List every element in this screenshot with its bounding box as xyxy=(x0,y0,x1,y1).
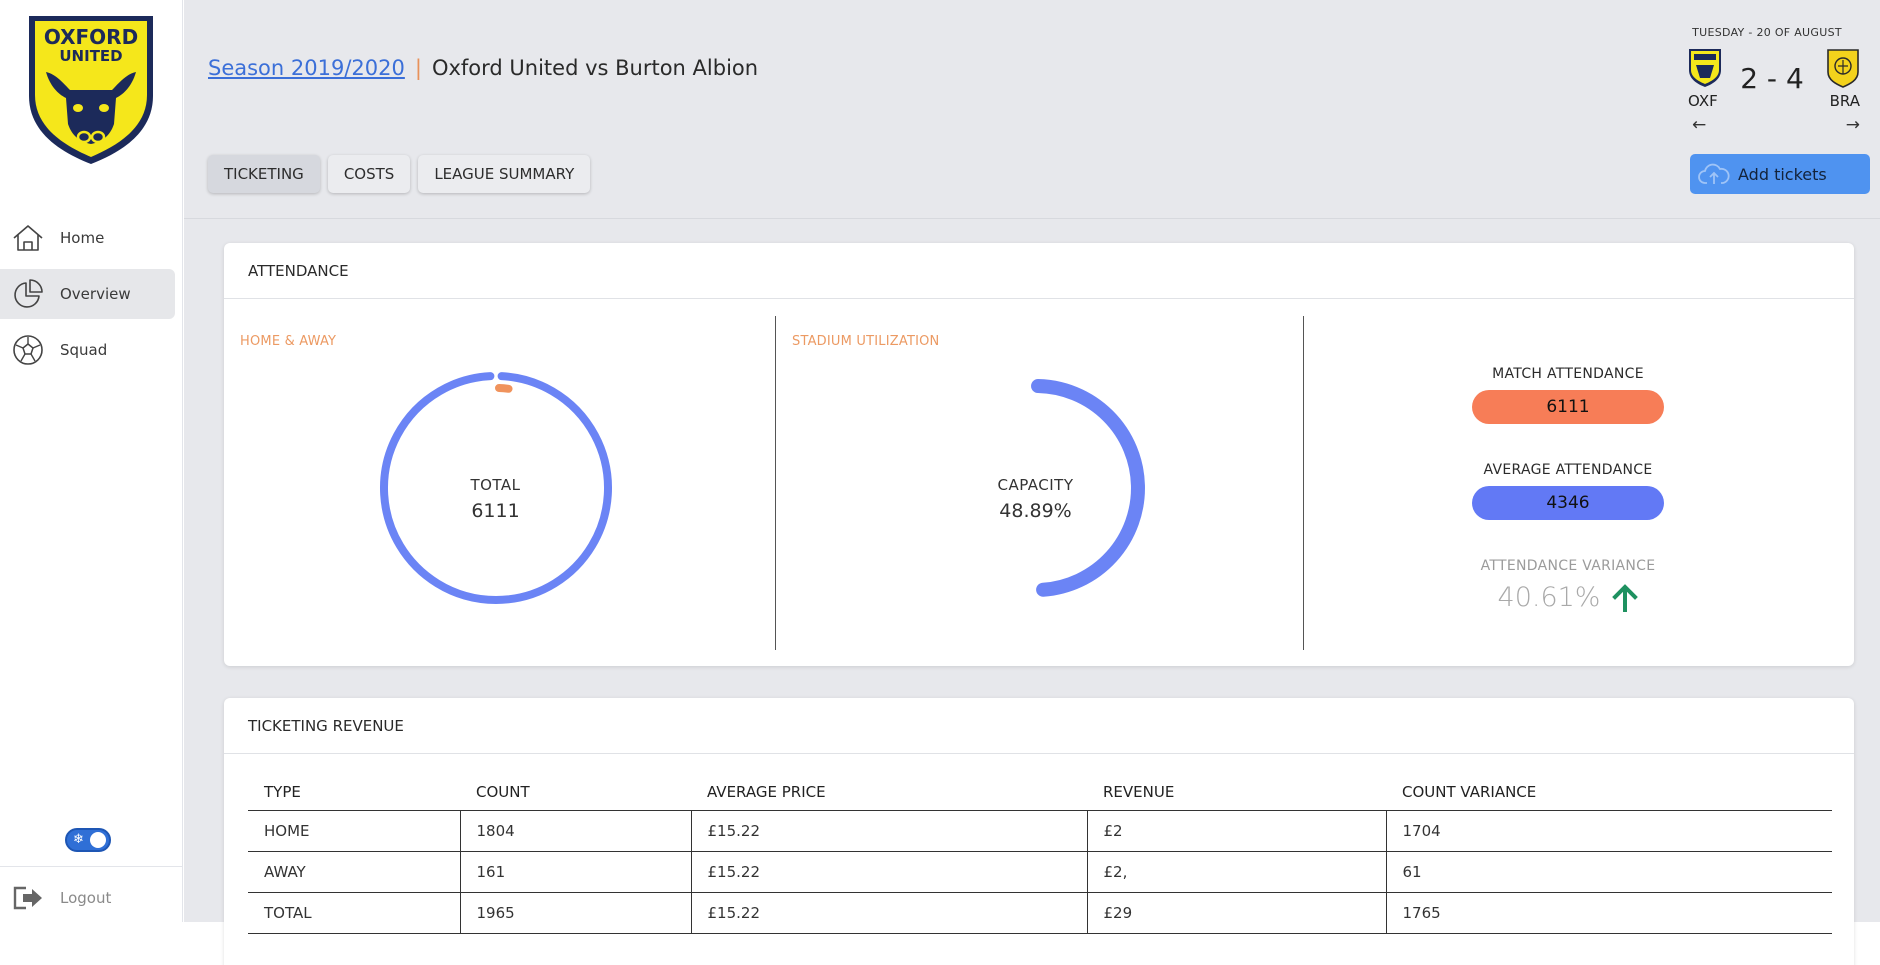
away-attendance-arc xyxy=(494,384,513,393)
cell-revenue: £2 xyxy=(1087,810,1387,852)
cell-type: HOME xyxy=(248,810,461,852)
total-value: 6111 xyxy=(471,500,520,522)
column-header-count: COUNT xyxy=(460,774,691,811)
sidebar-item-home[interactable]: Home xyxy=(0,213,175,263)
toggle-knob xyxy=(90,832,106,848)
logout-button[interactable]: Logout xyxy=(0,878,183,918)
page-title: Oxford United vs Burton Albion xyxy=(431,56,759,80)
cell-count-variance: 1765 xyxy=(1386,892,1832,934)
tab-ticketing[interactable]: TICKETING xyxy=(208,155,320,193)
match-scoreboard: TUESDAY - 20 OF AUGUST 2 - 4 OXF BRA ← → xyxy=(1674,26,1860,138)
cell-count: 1804 xyxy=(460,810,692,852)
main-content: Season 2019/2020 | Oxford United vs Burt… xyxy=(184,0,1880,965)
pie-chart-icon xyxy=(11,277,45,311)
match-attendance-value: 6111 xyxy=(1472,390,1664,424)
table-row: TOTAL 1965 £15.22 £29 1765 xyxy=(248,892,1832,934)
crest-icon: OXFORD UNITED xyxy=(29,16,153,164)
capacity-value: 48.89% xyxy=(999,500,1072,522)
match-date: TUESDAY - 20 OF AUGUST xyxy=(1692,26,1842,39)
cell-revenue: £2, xyxy=(1087,851,1387,893)
home-away-center: TOTAL 6111 xyxy=(406,476,586,522)
average-attendance-stat: AVERAGE ATTENDANCE 4346 xyxy=(1472,462,1664,520)
football-icon xyxy=(11,333,45,367)
cloud-upload-icon xyxy=(1698,162,1730,186)
logout-label: Logout xyxy=(60,889,112,907)
cell-average-price: £15.22 xyxy=(691,851,1088,893)
tab-bar: TICKETING COSTS LEAGUE SUMMARY xyxy=(208,155,591,193)
sidebar-item-label: Overview xyxy=(60,285,131,303)
average-attendance-label: AVERAGE ATTENDANCE xyxy=(1483,462,1653,478)
attendance-variance-stat: ATTENDANCE VARIANCE 40.61% xyxy=(1472,558,1664,613)
sidebar-item-overview[interactable]: Overview xyxy=(0,269,175,319)
column-header-type: TYPE xyxy=(248,774,460,811)
tab-costs[interactable]: COSTS xyxy=(327,155,411,193)
next-match-arrow-icon[interactable]: → xyxy=(1846,115,1860,135)
arrow-up-icon xyxy=(1612,583,1639,612)
table-row: AWAY 161 £15.22 £2, 61 xyxy=(248,851,1832,893)
ticketing-revenue-title: TICKETING REVENUE xyxy=(224,698,1854,754)
add-tickets-button[interactable]: Add tickets xyxy=(1690,154,1870,194)
breadcrumb: Season 2019/2020 | Oxford United vs Burt… xyxy=(208,56,758,80)
theme-toggle[interactable]: ❄ xyxy=(65,828,111,852)
match-attendance-stat: MATCH ATTENDANCE 6111 xyxy=(1472,366,1664,424)
attendance-variance-label: ATTENDANCE VARIANCE xyxy=(1480,558,1656,574)
cell-type: AWAY xyxy=(248,851,461,893)
column-header-revenue: REVENUE xyxy=(1087,774,1386,811)
attendance-stats-panel: MATCH ATTENDANCE 6111 AVERAGE ATTENDANCE… xyxy=(1304,316,1854,650)
home-away-label: HOME & AWAY xyxy=(240,334,337,349)
cell-count: 161 xyxy=(460,851,692,893)
snowflake-icon: ❄ xyxy=(73,832,84,847)
sidebar-divider xyxy=(0,866,183,867)
sidebar-item-label: Squad xyxy=(60,341,108,359)
attendance-variance-value: 40.61% xyxy=(1497,582,1601,613)
sidebar: OXFORD UNITED Home Overview Squad ❄ Logo… xyxy=(0,0,183,922)
page-header: Season 2019/2020 | Oxford United vs Burt… xyxy=(184,0,1880,219)
crest-text-2: UNITED xyxy=(59,47,122,65)
previous-match-arrow-icon[interactable]: ← xyxy=(1692,115,1706,135)
cell-count-variance: 1704 xyxy=(1386,810,1832,852)
column-header-average-price: AVERAGE PRICE xyxy=(691,774,1087,811)
home-away-panel: HOME & AWAY TOTAL 6111 xyxy=(224,316,776,650)
sidebar-item-squad[interactable]: Squad xyxy=(0,325,175,375)
away-team-code: BRA xyxy=(1829,92,1860,110)
capacity-label: CAPACITY xyxy=(997,476,1074,494)
sidebar-item-label: Home xyxy=(60,229,105,247)
cell-type: TOTAL xyxy=(248,892,461,934)
total-label: TOTAL xyxy=(470,476,521,494)
home-team-crest-icon xyxy=(1689,49,1721,87)
table-row: HOME 1804 £15.22 £2 1704 xyxy=(248,810,1832,852)
logout-icon xyxy=(11,883,45,913)
add-tickets-label: Add tickets xyxy=(1738,164,1827,184)
home-icon xyxy=(11,221,45,255)
cell-count-variance: 61 xyxy=(1386,851,1832,893)
capacity-center: CAPACITY 48.89% xyxy=(946,476,1126,522)
ticketing-revenue-card: TICKETING REVENUE TYPE COUNT AVERAGE PRI… xyxy=(224,698,1854,965)
match-score: 2 - 4 xyxy=(1740,62,1804,95)
cell-revenue: £29 xyxy=(1087,892,1387,934)
ticketing-revenue-table: TYPE COUNT AVERAGE PRICE REVENUE COUNT V… xyxy=(248,774,1832,934)
cell-average-price: £15.22 xyxy=(691,892,1088,934)
table-header-row: TYPE COUNT AVERAGE PRICE REVENUE COUNT V… xyxy=(248,774,1832,811)
tab-league-summary[interactable]: LEAGUE SUMMARY xyxy=(418,155,591,193)
oxford-united-crest-logo[interactable]: OXFORD UNITED xyxy=(26,14,156,166)
column-header-count-variance: COUNT VARIANCE xyxy=(1386,774,1832,811)
crest-text-1: OXFORD xyxy=(44,25,138,49)
match-attendance-label: MATCH ATTENDANCE xyxy=(1492,366,1644,382)
stadium-utilization-panel: STADIUM UTILIZATION CAPACITY 48.89% xyxy=(776,316,1304,650)
attendance-title: ATTENDANCE xyxy=(224,243,1854,299)
away-team-crest-icon xyxy=(1827,49,1859,88)
average-attendance-value: 4346 xyxy=(1472,486,1664,520)
cell-average-price: £15.22 xyxy=(691,810,1088,852)
attendance-card: ATTENDANCE HOME & AWAY TOTAL 6111 STADIU… xyxy=(224,243,1854,666)
cell-count: 1965 xyxy=(460,892,692,934)
attendance-variance-row: 40.61% xyxy=(1472,582,1664,613)
home-team-code: OXF xyxy=(1688,92,1718,110)
breadcrumb-separator: | xyxy=(414,56,422,80)
season-link[interactable]: Season 2019/2020 xyxy=(208,56,405,80)
stadium-utilization-label: STADIUM UTILIZATION xyxy=(792,334,940,349)
